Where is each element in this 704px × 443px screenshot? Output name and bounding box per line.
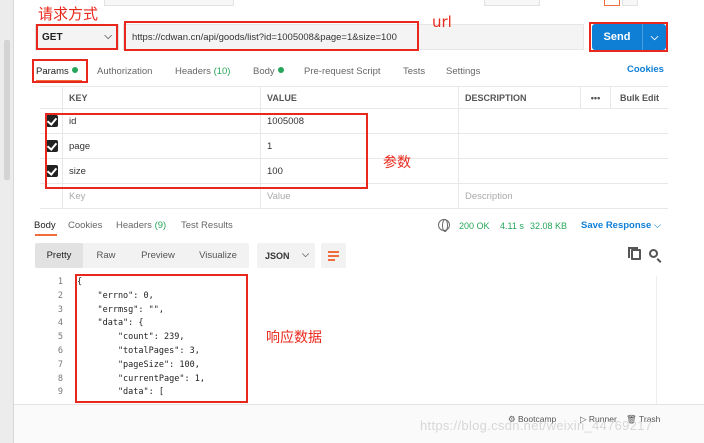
status-code: 200 OK	[459, 221, 490, 231]
header-value: VALUE	[260, 87, 458, 108]
tab-pre-request-script[interactable]: Pre-request Script	[304, 66, 381, 77]
tab-fragment[interactable]	[484, 0, 540, 6]
tab-response-headers-label: Headers	[116, 220, 152, 231]
tab-test-results[interactable]: Test Results	[181, 220, 233, 231]
header-key: KEY	[62, 87, 260, 108]
search-icon[interactable]	[649, 249, 658, 258]
line-number: 8	[57, 373, 63, 384]
tab-headers[interactable]: Headers (10)	[175, 66, 230, 77]
tab-tests[interactable]: Tests	[403, 66, 425, 77]
request-tab-fragment[interactable]	[104, 0, 234, 6]
annotation-method-label: 请求方式	[38, 5, 99, 23]
wrap-icon-line	[328, 251, 339, 253]
tab-body-label: Body	[253, 66, 275, 77]
view-pretty-button[interactable]: Pretty	[35, 243, 83, 268]
globe-icon[interactable]	[438, 219, 450, 232]
window-edge	[0, 0, 14, 443]
view-raw-button[interactable]: Raw	[83, 243, 129, 268]
wrap-icon-line	[328, 259, 335, 261]
line-number: 7	[57, 359, 63, 370]
headers-count: (10)	[213, 66, 231, 77]
tab-settings[interactable]: Settings	[446, 66, 480, 77]
format-value: JSON	[265, 250, 290, 261]
tab-fragment[interactable]	[622, 0, 638, 6]
chevron-down-icon: ⌵	[302, 249, 309, 259]
response-time: 4.11 s	[500, 221, 524, 231]
tab-response-headers[interactable]: Headers (9)	[116, 220, 166, 231]
annotation-url-label: url	[432, 13, 452, 31]
line-number: 6	[57, 345, 63, 356]
tab-authorization[interactable]: Authorization	[97, 66, 152, 77]
wrap-lines-button[interactable]	[321, 243, 346, 268]
line-number: 1	[57, 277, 63, 287]
view-preview-button[interactable]: Preview	[129, 243, 187, 268]
response-headers-count: (9)	[154, 220, 167, 231]
wrap-icon-line	[328, 255, 339, 257]
watermark: https://blog.csdn.net/weixin_44769217	[420, 418, 653, 433]
tab-fragment-active[interactable]	[604, 0, 620, 6]
sidebar-strip	[4, 40, 10, 180]
line-number: 5	[57, 332, 63, 343]
annotation-params-box	[45, 113, 368, 189]
param-description[interactable]	[458, 134, 580, 158]
top-tab-strip	[14, 0, 704, 18]
response-tab-underline	[35, 234, 57, 236]
line-number: 9	[57, 387, 63, 398]
copy-icon[interactable]	[628, 247, 641, 260]
annotation-url-box	[124, 21, 419, 51]
tab-response-cookies[interactable]: Cookies	[68, 220, 102, 231]
tab-body[interactable]: Body	[253, 66, 284, 77]
annotation-response-box	[75, 274, 248, 403]
tab-response-body[interactable]: Body	[34, 220, 56, 231]
annotation-params-tab-box	[32, 59, 88, 83]
annotation-response-label: 响应数据	[266, 330, 322, 346]
annotation-send-box	[589, 22, 668, 52]
annotation-params-label: 参数	[383, 155, 411, 171]
save-response-label: Save Response	[581, 220, 652, 231]
more-options-button[interactable]: •••	[580, 87, 610, 108]
new-description-input[interactable]: Description	[458, 184, 580, 208]
header-description: DESCRIPTION	[458, 87, 580, 108]
view-visualize-button[interactable]: Visualize	[187, 243, 249, 268]
tab-headers-label: Headers	[175, 66, 211, 77]
table-header-row: KEY VALUE DESCRIPTION ••• Bulk Edit	[40, 86, 668, 109]
save-response-button[interactable]: Save Response ⌵	[581, 220, 661, 231]
annotation-method-box	[36, 24, 118, 50]
line-number: 4	[57, 318, 63, 329]
view-mode-group: Pretty Raw Preview Visualize	[35, 243, 249, 268]
param-description[interactable]	[458, 159, 580, 183]
response-size: 32.08 KB	[530, 221, 568, 231]
line-number: 2	[57, 290, 63, 301]
line-number: 3	[57, 304, 63, 315]
format-select[interactable]: JSON ⌵	[257, 243, 315, 268]
cookies-link[interactable]: Cookies	[627, 64, 664, 75]
bulk-edit-button[interactable]: Bulk Edit	[610, 87, 668, 108]
code-scrollbar[interactable]	[656, 276, 662, 404]
param-description[interactable]	[458, 109, 580, 133]
body-indicator-dot	[277, 67, 284, 73]
chevron-down-icon: ⌵	[653, 220, 662, 231]
